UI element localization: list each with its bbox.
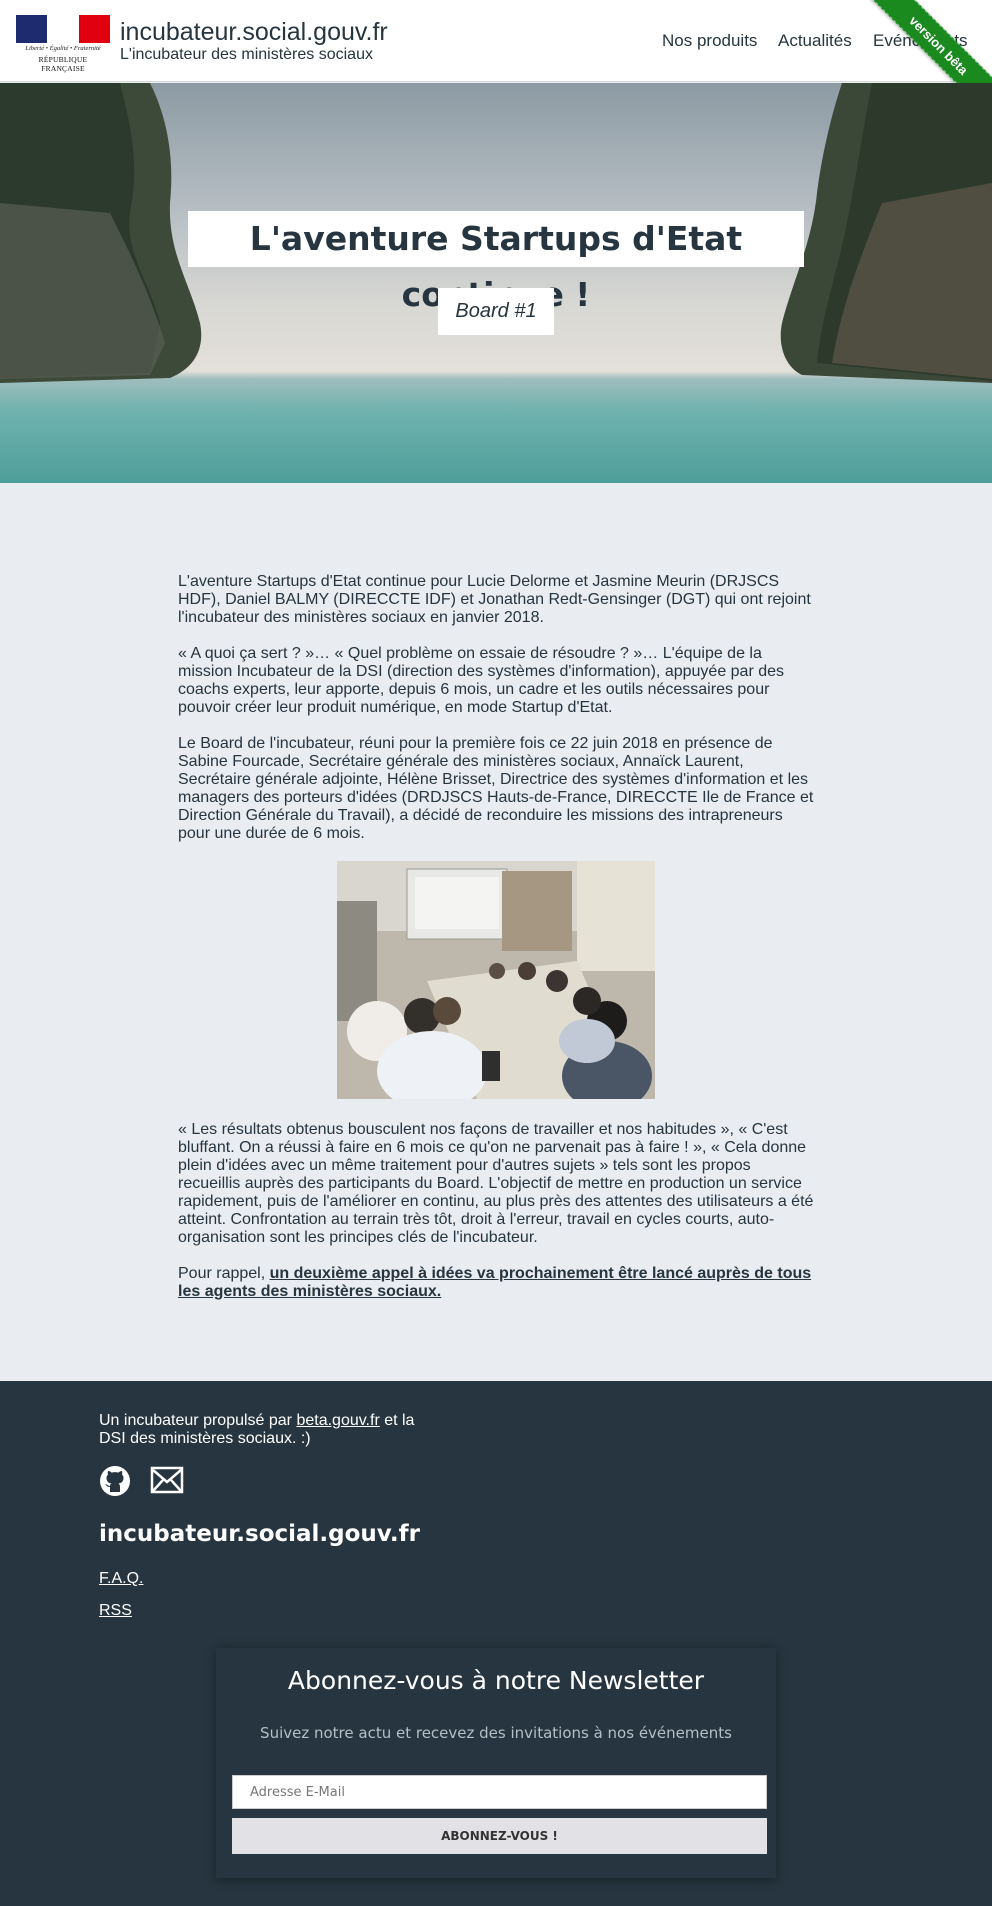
site-title[interactable]: incubateur.social.gouv.fr (120, 18, 388, 47)
board-meeting-photo (337, 861, 655, 1099)
footer-intro-prefix: Un incubateur propulsé par (99, 1412, 297, 1429)
footer-site-name: incubateur.social.gouv.fr (99, 1521, 421, 1547)
article-reminder: Pour rappel, un deuxième appel à idées v… (178, 1265, 814, 1301)
republique-francaise-logo[interactable]: Liberté • Égalité • Fraternité RÉPUBLIQU… (16, 15, 110, 73)
mail-icon[interactable] (150, 1465, 184, 1495)
logo-motto: Liberté • Égalité • Fraternité (25, 45, 101, 52)
hero-subtitle: Board #1 (438, 288, 554, 335)
newsletter-box: Abonnez-vous à notre Newsletter Suivez n… (216, 1648, 776, 1878)
article-paragraph: Le Board de l'incubateur, réuni pour la … (178, 735, 814, 842)
article-paragraph: « A quoi ça sert ? »… « Quel problème on… (178, 645, 785, 716)
second-call-for-ideas-link[interactable]: un deuxième appel à idées va prochaineme… (178, 1265, 811, 1300)
logo-republique-francaise: RÉPUBLIQUE FRANÇAISE (38, 55, 88, 73)
hero-banner: L'aventure Startups d'Etat continue ! Bo… (0, 83, 992, 483)
newsletter-title: Abonnez-vous à notre Newsletter (287, 1666, 705, 1695)
site-header: Liberté • Égalité • Fraternité RÉPUBLIQU… (0, 0, 992, 123)
article-paragraph: « Les résultats obtenus bousculent nos f… (178, 1121, 814, 1246)
newsletter-subtitle: Suivez notre actu et recevez des invitat… (260, 1724, 732, 1742)
article-paragraph: L'aventure Startups d'Etat continue pour… (178, 573, 811, 626)
article-body-continued: « Les résultats obtenus bousculent nos f… (178, 1121, 814, 1319)
article-body: L'aventure Startups d'Etat continue pour… (178, 573, 814, 861)
site-subtitle: L'incubateur des ministères sociaux (120, 46, 373, 63)
marianne-flag-icon (16, 15, 110, 43)
reminder-prefix: Pour rappel, (178, 1265, 270, 1282)
faq-link[interactable]: F.A.Q. (99, 1570, 143, 1588)
newsletter-email-input[interactable] (232, 1775, 767, 1809)
site-footer: Un incubateur propulsé par beta.gouv.fr … (0, 1381, 992, 1906)
beta-gouv-link[interactable]: beta.gouv.fr (296, 1412, 379, 1429)
nav-item-actualites[interactable]: Actualités (778, 31, 852, 51)
footer-intro: Un incubateur propulsé par beta.gouv.fr … (99, 1412, 419, 1448)
github-icon[interactable] (99, 1465, 131, 1497)
rss-link[interactable]: RSS (99, 1602, 132, 1620)
nav-item-nos-produits[interactable]: Nos produits (662, 31, 757, 51)
subscribe-button[interactable]: ABONNEZ-VOUS ! (232, 1818, 767, 1854)
footer-social-icons (99, 1465, 184, 1497)
hero-title: L'aventure Startups d'Etat continue ! (188, 211, 804, 314)
